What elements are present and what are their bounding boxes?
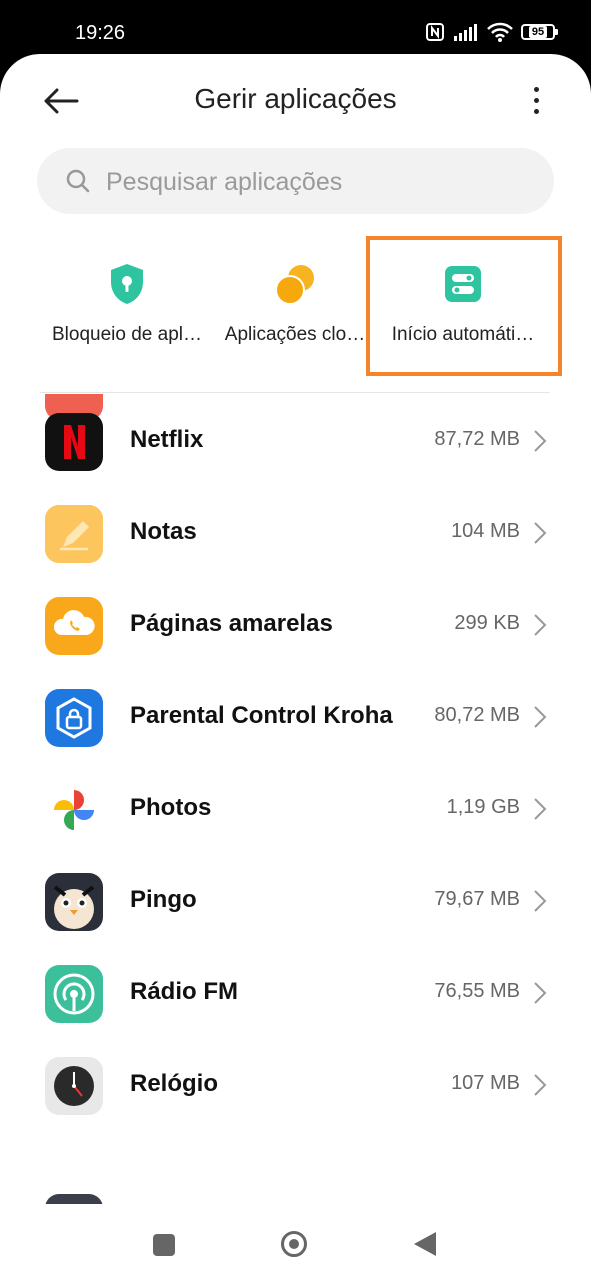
status-icons: 95: [425, 22, 558, 42]
app-size: 79,67 MB: [434, 888, 520, 910]
list-item-parental-control[interactable]: Parental Control Kroha 80,72 MB: [0, 672, 591, 764]
recents-icon[interactable]: [153, 1234, 175, 1256]
list-item-pingo[interactable]: Pingo 79,67 MB: [0, 856, 591, 948]
chevron-right-icon: [534, 614, 547, 636]
status-time: 19:26: [75, 22, 126, 44]
page-title: Gerir aplicações: [194, 83, 397, 114]
shortcut-label: Bloqueio de apl…: [52, 324, 202, 345]
chevron-right-icon: [534, 890, 547, 912]
app-size: 299 KB: [454, 612, 520, 634]
app-name: Parental Control Kroha: [130, 702, 393, 729]
app-name: Páginas amarelas: [130, 610, 333, 637]
chevron-right-icon: [534, 522, 547, 544]
app-name: Notas: [130, 518, 197, 545]
list-item-photos[interactable]: Photos 1,19 GB: [0, 764, 591, 856]
photos-pinwheel-icon: [45, 781, 103, 839]
chevron-right-icon: [534, 1074, 547, 1096]
shortcut-label: Aplicações clo…: [224, 324, 366, 345]
app-size: 80,72 MB: [434, 704, 520, 726]
back-triangle-icon[interactable]: [414, 1232, 436, 1256]
parental-control-icon: [45, 689, 103, 747]
chevron-right-icon: [534, 706, 547, 728]
highlight-box: [366, 236, 562, 376]
chevron-right-icon: [534, 430, 547, 452]
list-item-notas[interactable]: Notas 104 MB: [0, 488, 591, 580]
more-vertical-icon: [533, 86, 539, 92]
app-list[interactable]: Netflix 87,72 MB Notas 104 MB Páginas am…: [0, 394, 591, 1210]
wifi-icon: [487, 22, 513, 42]
more-options-button[interactable]: [521, 80, 551, 120]
signal-icon: [454, 24, 477, 41]
clock-icon: [45, 1057, 103, 1115]
search-input[interactable]: [104, 148, 528, 216]
divider: [40, 392, 550, 393]
chevron-right-icon: [534, 798, 547, 820]
list-item-radio-fm[interactable]: Rádio FM 76,55 MB: [0, 948, 591, 1040]
app-name: Rádio FM: [130, 978, 238, 1005]
netflix-icon: [45, 413, 103, 471]
yellow-pages-icon: [45, 597, 103, 655]
search-bar[interactable]: [37, 148, 554, 216]
dual-circles-icon: [275, 265, 314, 305]
shortcut-dual-apps[interactable]: Aplicações clo…: [205, 238, 385, 378]
app-name: Photos: [130, 794, 212, 821]
radio-fm-icon: [45, 965, 103, 1023]
search-icon: [66, 169, 90, 193]
app-size: 104 MB: [451, 520, 520, 542]
app-name: Pingo: [130, 886, 197, 913]
app-screen: Gerir aplicações Bloqueio de apl… Aplica…: [0, 54, 591, 1280]
navigation-bar: [0, 1204, 591, 1280]
battery-level: 95: [528, 26, 548, 38]
app-name: Netflix: [130, 426, 204, 453]
shortcut-app-lock[interactable]: Bloqueio de apl…: [37, 238, 217, 378]
app-size: 107 MB: [451, 1072, 520, 1094]
chevron-right-icon: [534, 982, 547, 1004]
app-size: 76,55 MB: [434, 980, 520, 1002]
header: Gerir aplicações: [0, 54, 591, 144]
app-name: Relógio: [130, 1070, 218, 1097]
nfc-icon: [426, 23, 444, 41]
app-size: 1,19 GB: [446, 796, 520, 818]
battery-icon: 95: [521, 24, 558, 40]
list-item-relogio[interactable]: Relógio 107 MB: [0, 1040, 591, 1132]
list-item-paginas-amarelas[interactable]: Páginas amarelas 299 KB: [0, 580, 591, 672]
pingo-penguin-icon: [45, 873, 103, 931]
notes-icon: [45, 505, 103, 563]
list-item-netflix[interactable]: Netflix 87,72 MB: [0, 396, 591, 488]
app-size: 87,72 MB: [434, 428, 520, 450]
home-icon[interactable]: [281, 1231, 307, 1257]
shield-lock-icon: [111, 264, 143, 304]
